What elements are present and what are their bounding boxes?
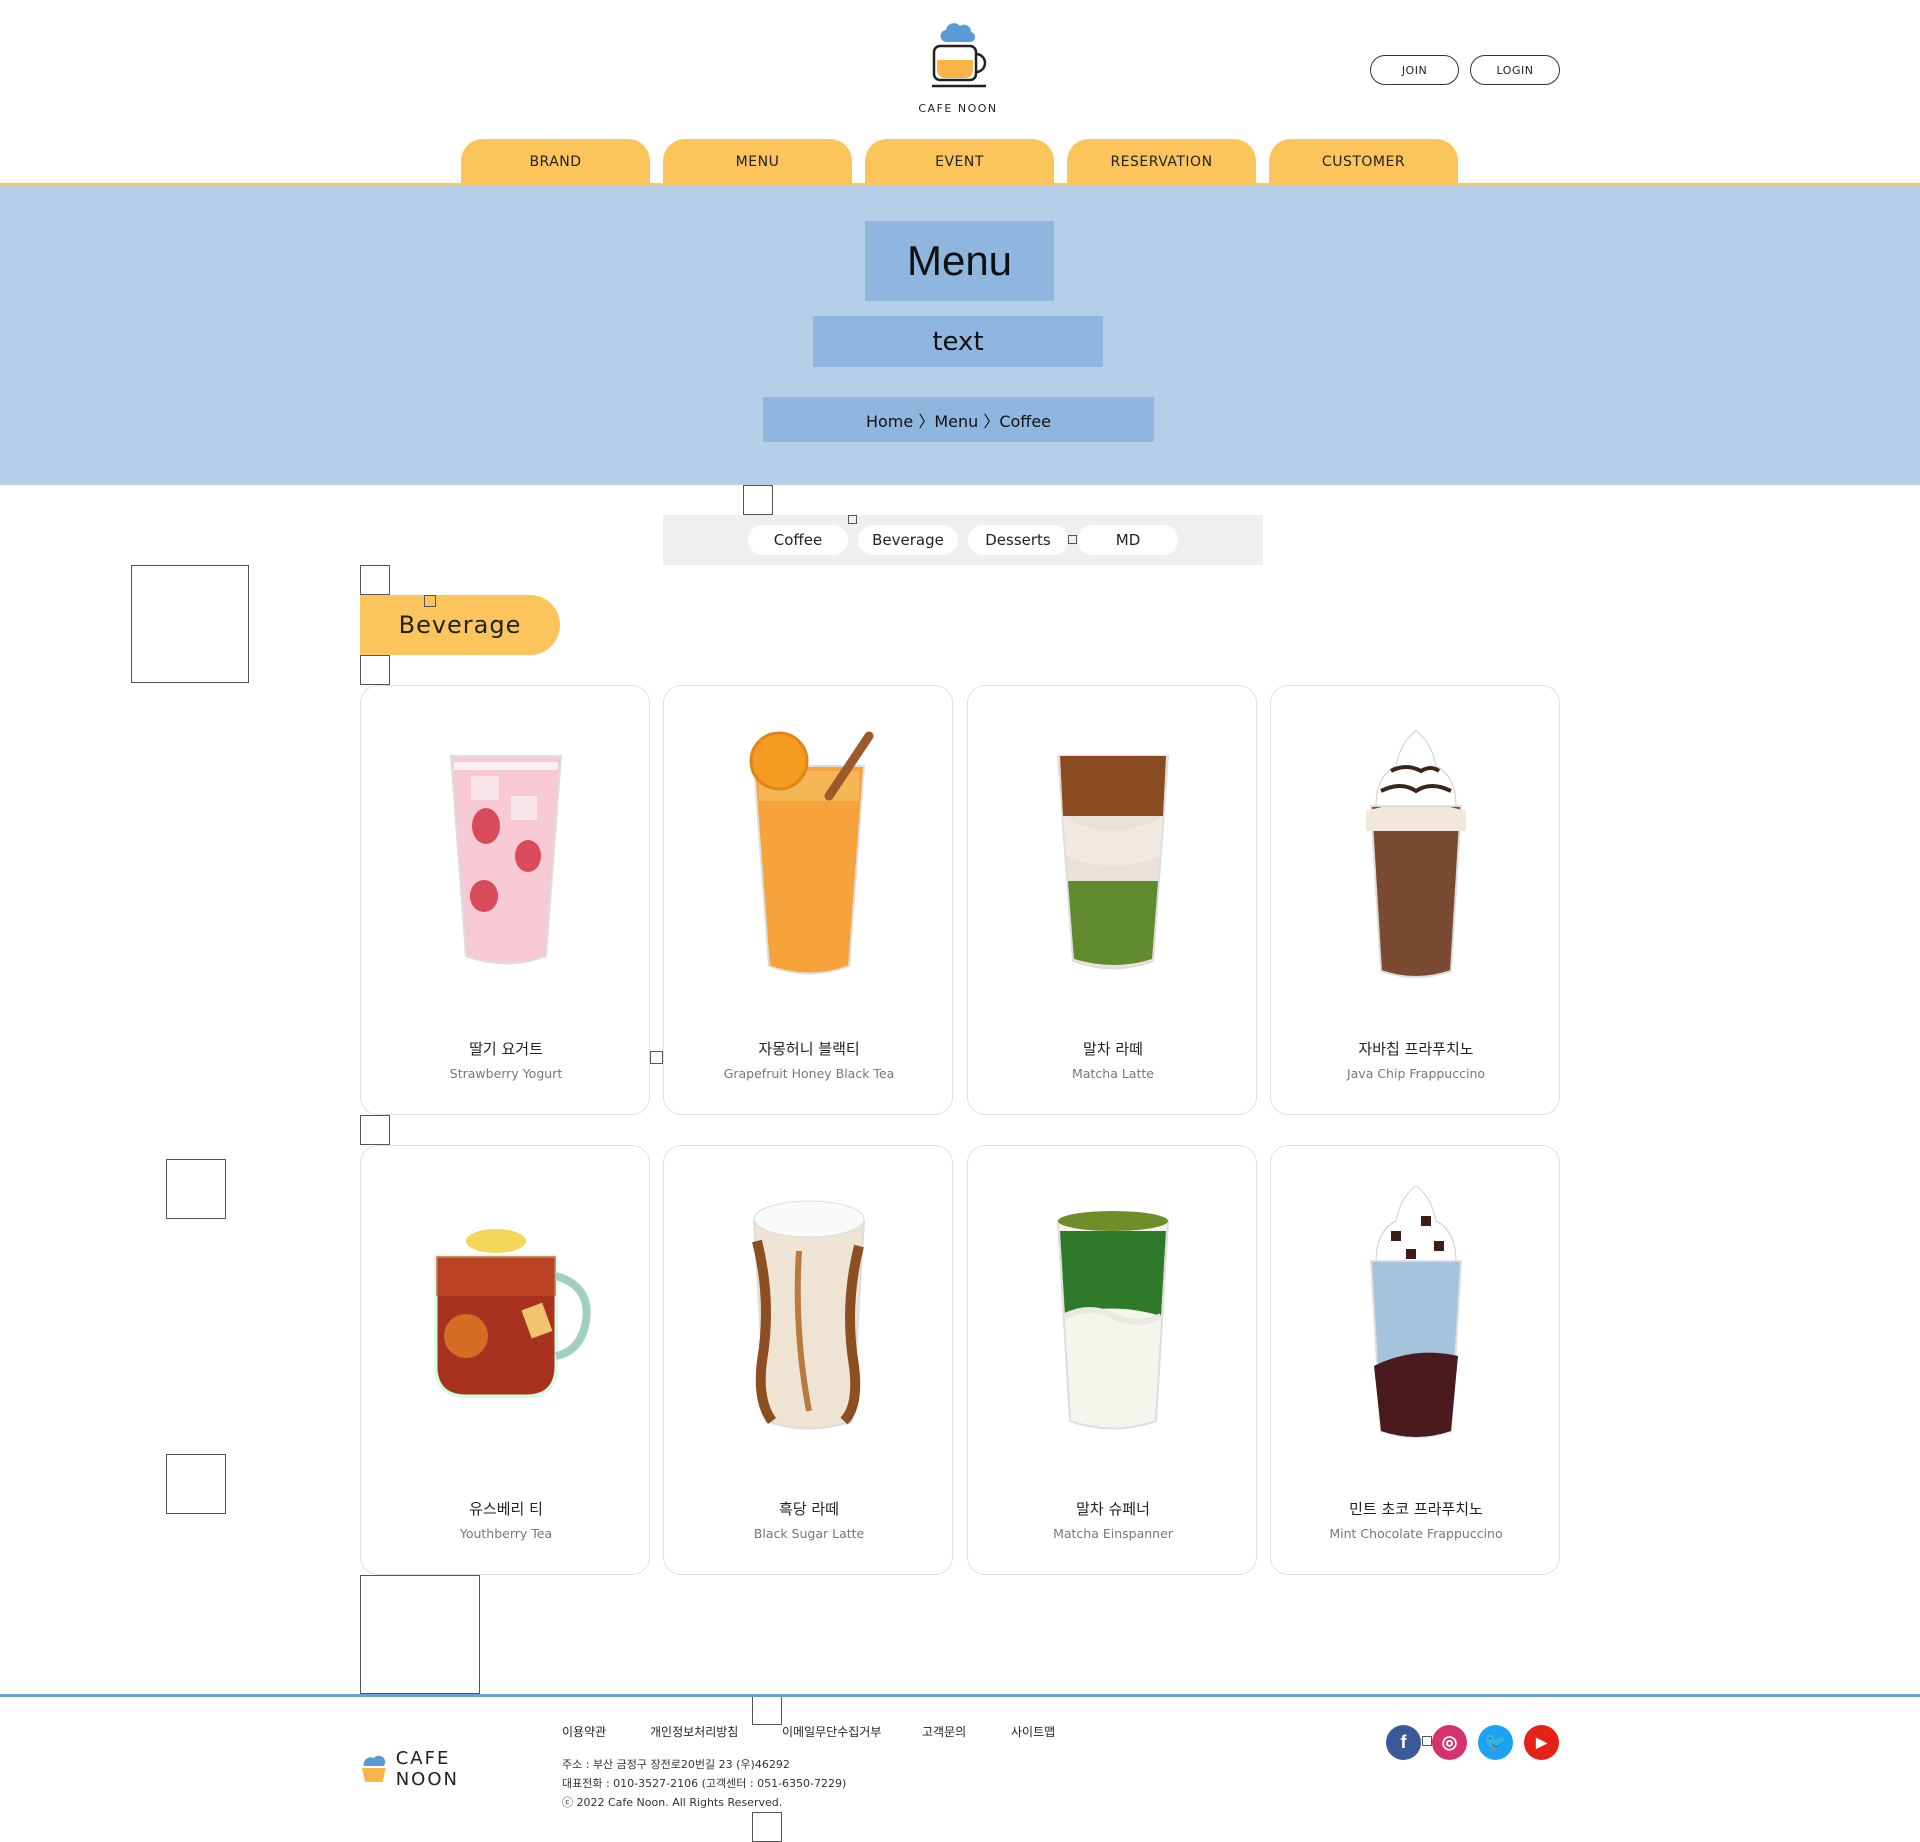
product-card[interactable]: 말차 슈페너 Matcha Einspanner (967, 1145, 1257, 1575)
placeholder-box (848, 515, 857, 524)
login-button[interactable]: LOGIN (1470, 55, 1560, 85)
product-name-en: Matcha Latte (1072, 1066, 1154, 1081)
product-name-en: Strawberry Yogurt (449, 1066, 563, 1081)
product-image (1271, 1166, 1561, 1466)
product-name-ko: 자바칩 프라푸치노 (1358, 1040, 1474, 1058)
placeholder-box (360, 655, 390, 685)
product-name-ko: 자몽허니 블랙티 (758, 1040, 860, 1058)
footer-link-terms[interactable]: 이용약관 (562, 1723, 606, 1740)
placeholder-box (424, 595, 436, 607)
product-image (361, 1166, 651, 1466)
join-button[interactable]: JOIN (1370, 55, 1459, 85)
cupcake-logo-icon (361, 1755, 386, 1782)
product-name-en: Black Sugar Latte (753, 1526, 865, 1541)
footer-link-email-policy[interactable]: 이메일무단수집거부 (782, 1723, 881, 1740)
product-image (664, 706, 954, 1006)
facebook-icon[interactable]: f (1386, 1725, 1421, 1760)
placeholder-box (166, 1159, 226, 1219)
instagram-icon[interactable]: ◎ (1432, 1725, 1467, 1760)
product-card[interactable]: 딸기 요거트 Strawberry Yogurt (360, 685, 650, 1115)
logo-text: CAFE NOON (918, 102, 998, 115)
product-name-ko: 유스베리 티 (469, 1500, 543, 1518)
category-beverage[interactable]: Beverage (858, 525, 958, 555)
product-name-en: Mint Chocolate Frappuccino (1329, 1526, 1503, 1541)
site-logo[interactable]: CAFE NOON (918, 20, 998, 120)
nav-tab-menu[interactable]: MENU (663, 139, 852, 185)
product-card[interactable]: 흑당 라떼 Black Sugar Latte (663, 1145, 953, 1575)
placeholder-box (1068, 535, 1077, 544)
product-card[interactable]: 자몽허니 블랙티 Grapefruit Honey Black Tea (663, 685, 953, 1115)
product-card[interactable]: 자바칩 프라푸치노 Java Chip Frappuccino (1270, 685, 1560, 1115)
placeholder-box (650, 1051, 663, 1064)
product-name-ko: 말차 슈페너 (1076, 1500, 1150, 1518)
placeholder-box (1422, 1736, 1432, 1746)
product-name-ko: 민트 초코 프라푸치노 (1349, 1500, 1483, 1518)
nav-tab-customer[interactable]: CUSTOMER (1269, 139, 1458, 185)
product-name-ko: 말차 라떼 (1083, 1040, 1143, 1058)
placeholder-box (743, 485, 773, 515)
nav-tab-event[interactable]: EVENT (865, 139, 1054, 185)
page-subtitle: text (813, 316, 1103, 367)
placeholder-box (360, 565, 390, 595)
category-coffee[interactable]: Coffee (748, 525, 848, 555)
section-title: Beverage (360, 595, 560, 655)
footer-link-contact[interactable]: 고객문의 (922, 1723, 966, 1740)
placeholder-box (360, 1115, 390, 1145)
product-name-en: Matcha Einspanner (1053, 1526, 1173, 1541)
twitter-icon[interactable]: 🐦 (1478, 1725, 1513, 1760)
youtube-icon[interactable]: ▶ (1524, 1725, 1559, 1760)
product-image (968, 706, 1258, 1006)
nav-tab-reservation[interactable]: RESERVATION (1067, 139, 1256, 185)
breadcrumb[interactable]: Home 〉Menu 〉Coffee (763, 397, 1154, 442)
coffee-cup-logo-icon (932, 23, 987, 88)
product-image (1271, 706, 1561, 1006)
footer-phone: 대표전화 : 010-3527-2106 (고객센터 : 051-6350-72… (562, 1777, 847, 1790)
footer-logo-text: CAFE NOON (395, 1748, 459, 1790)
placeholder-box (131, 565, 249, 683)
product-name-en: Youthberry Tea (459, 1526, 553, 1541)
footer-divider (0, 1694, 1920, 1697)
product-card[interactable]: 말차 라떼 Matcha Latte (967, 685, 1257, 1115)
product-card[interactable]: 유스베리 티 Youthberry Tea (360, 1145, 650, 1575)
nav-tab-brand[interactable]: BRAND (461, 139, 650, 185)
placeholder-box (166, 1454, 226, 1514)
product-image (968, 1166, 1258, 1466)
footer-logo[interactable]: CAFE NOON (360, 1748, 520, 1790)
product-card[interactable]: 민트 초코 프라푸치노 Mint Chocolate Frappuccino (1270, 1145, 1560, 1575)
product-name-ko: 딸기 요거트 (469, 1040, 543, 1058)
product-image (361, 706, 651, 1006)
placeholder-box (752, 1812, 782, 1842)
category-md[interactable]: MD (1078, 525, 1178, 555)
product-name-en: Java Chip Frappuccino (1346, 1066, 1486, 1081)
product-name-ko: 흑당 라떼 (779, 1500, 839, 1518)
footer-link-sitemap[interactable]: 사이트맵 (1011, 1723, 1055, 1740)
placeholder-box (752, 1695, 782, 1725)
product-image (664, 1166, 954, 1466)
page-title: Menu (865, 221, 1054, 301)
footer-link-privacy[interactable]: 개인정보처리방침 (650, 1723, 738, 1740)
footer-address: 주소 : 부산 금정구 장전로20번길 23 (우)46292 (562, 1758, 790, 1771)
footer-copyright: ⓒ 2022 Cafe Noon. All Rights Reserved. (562, 1796, 783, 1809)
placeholder-box (360, 1575, 480, 1694)
product-name-en: Grapefruit Honey Black Tea (723, 1066, 895, 1081)
category-desserts[interactable]: Desserts (968, 525, 1068, 555)
